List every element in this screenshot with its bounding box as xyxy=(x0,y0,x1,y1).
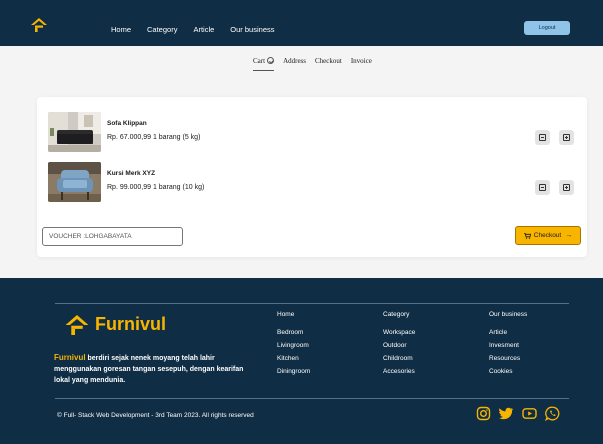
item-price-qty: Rp. 67.000,99 1 barang (5 kg) xyxy=(107,134,200,141)
nav-category[interactable]: Category xyxy=(147,25,177,34)
footer-link[interactable]: Childroom xyxy=(383,355,415,362)
footer-link[interactable]: Kitchen xyxy=(277,355,310,362)
item-name: Kursi Merk XYZ xyxy=(107,170,156,177)
checkout-label: Checkout xyxy=(533,232,562,239)
item-qty: 1 barang (5 kg) xyxy=(152,134,201,141)
item-qty: 1 barang (10 kg) xyxy=(152,184,205,191)
cart-item: Sofa Klippan Rp. 67.000,99 1 barang (5 k… xyxy=(48,112,578,156)
footer-link[interactable]: Article xyxy=(489,329,527,336)
footer-link[interactable]: Workspace xyxy=(383,329,415,336)
item-price: Rp. 67.000,99 xyxy=(107,134,151,141)
footer-divider xyxy=(55,398,569,399)
checkout-button[interactable]: Checkout → xyxy=(515,226,581,245)
increase-qty-button[interactable] xyxy=(559,130,574,145)
minus-square-icon xyxy=(539,184,546,191)
copyright: © Full- Stack Web Development - 3rd Team… xyxy=(57,412,254,419)
tagline-highlight: Furnivul xyxy=(54,353,86,362)
footer-col-business: Our business Article Invesment Resources… xyxy=(489,311,527,381)
instagram-icon[interactable] xyxy=(476,406,491,421)
voucher-input[interactable] xyxy=(42,227,183,246)
cart-card: Sofa Klippan Rp. 67.000,99 1 barang (5 k… xyxy=(37,97,587,257)
plus-square-icon xyxy=(563,184,570,191)
step-checkout[interactable]: Checkout xyxy=(315,57,342,71)
footer-link[interactable]: Invesment xyxy=(489,342,527,349)
youtube-icon[interactable] xyxy=(522,406,537,421)
footer-link[interactable]: Outdoor xyxy=(383,342,415,349)
arrow-right-icon: → xyxy=(565,232,573,239)
brand-name: Furnivul xyxy=(95,314,166,334)
footer-tagline: Furnivul berdiri sejak nenek moyang tela… xyxy=(54,352,254,386)
increase-qty-button[interactable] xyxy=(559,180,574,195)
whatsapp-icon[interactable] xyxy=(545,406,560,421)
footer-brand: Furnivul xyxy=(65,314,166,335)
logo-icon[interactable] xyxy=(31,18,47,32)
step-invoice[interactable]: Invoice xyxy=(351,57,372,71)
main-nav: Home Category Article Our business xyxy=(111,25,290,34)
footer-col-head[interactable]: Home xyxy=(277,311,310,318)
footer-link[interactable]: Accesories xyxy=(383,368,415,375)
chair-image xyxy=(48,162,101,202)
footer-link[interactable]: Diningroom xyxy=(277,368,310,375)
checkout-steps: Cart Address Checkout Invoice xyxy=(253,57,381,71)
footer: Furnivul Furnivul berdiri sejak nenek mo… xyxy=(0,278,603,444)
item-name: Sofa Klippan xyxy=(107,120,147,127)
nav-home[interactable]: Home xyxy=(111,25,131,34)
cart-item: Kursi Merk XYZ Rp. 99.000,99 1 barang (1… xyxy=(48,162,578,206)
item-price: Rp. 99.000,99 xyxy=(107,184,151,191)
social-links xyxy=(476,406,568,421)
item-price-qty: Rp. 99.000,99 1 barang (10 kg) xyxy=(107,184,204,191)
sofa-image xyxy=(48,112,101,152)
footer-link[interactable]: Bedroom xyxy=(277,329,310,336)
footer-link[interactable]: Cookies xyxy=(489,368,527,375)
footer-col-category: Category Workspace Outdoor Childroom Acc… xyxy=(383,311,415,381)
step-cart[interactable]: Cart xyxy=(253,57,275,71)
logout-button[interactable]: Logout xyxy=(524,21,570,35)
twitter-icon[interactable] xyxy=(499,406,514,421)
step-cart-label: Cart xyxy=(253,57,266,65)
step-address[interactable]: Address xyxy=(283,57,306,71)
check-circle-icon xyxy=(267,57,275,64)
footer-col-home: Home Bedroom Livingroom Kitchen Diningro… xyxy=(277,311,310,381)
top-navbar: Home Category Article Our business Logou… xyxy=(0,0,603,46)
logo-icon xyxy=(65,314,89,335)
footer-divider xyxy=(55,303,569,304)
nav-our-business[interactable]: Our business xyxy=(230,25,274,34)
footer-col-head[interactable]: Category xyxy=(383,311,415,318)
decrease-qty-button[interactable] xyxy=(535,130,550,145)
footer-col-head[interactable]: Our business xyxy=(489,311,527,318)
plus-square-icon xyxy=(563,134,570,141)
decrease-qty-button[interactable] xyxy=(535,180,550,195)
minus-square-icon xyxy=(539,134,546,141)
footer-link[interactable]: Resources xyxy=(489,355,527,362)
footer-link[interactable]: Livingroom xyxy=(277,342,310,349)
nav-article[interactable]: Article xyxy=(193,25,214,34)
cart-icon xyxy=(523,232,531,239)
